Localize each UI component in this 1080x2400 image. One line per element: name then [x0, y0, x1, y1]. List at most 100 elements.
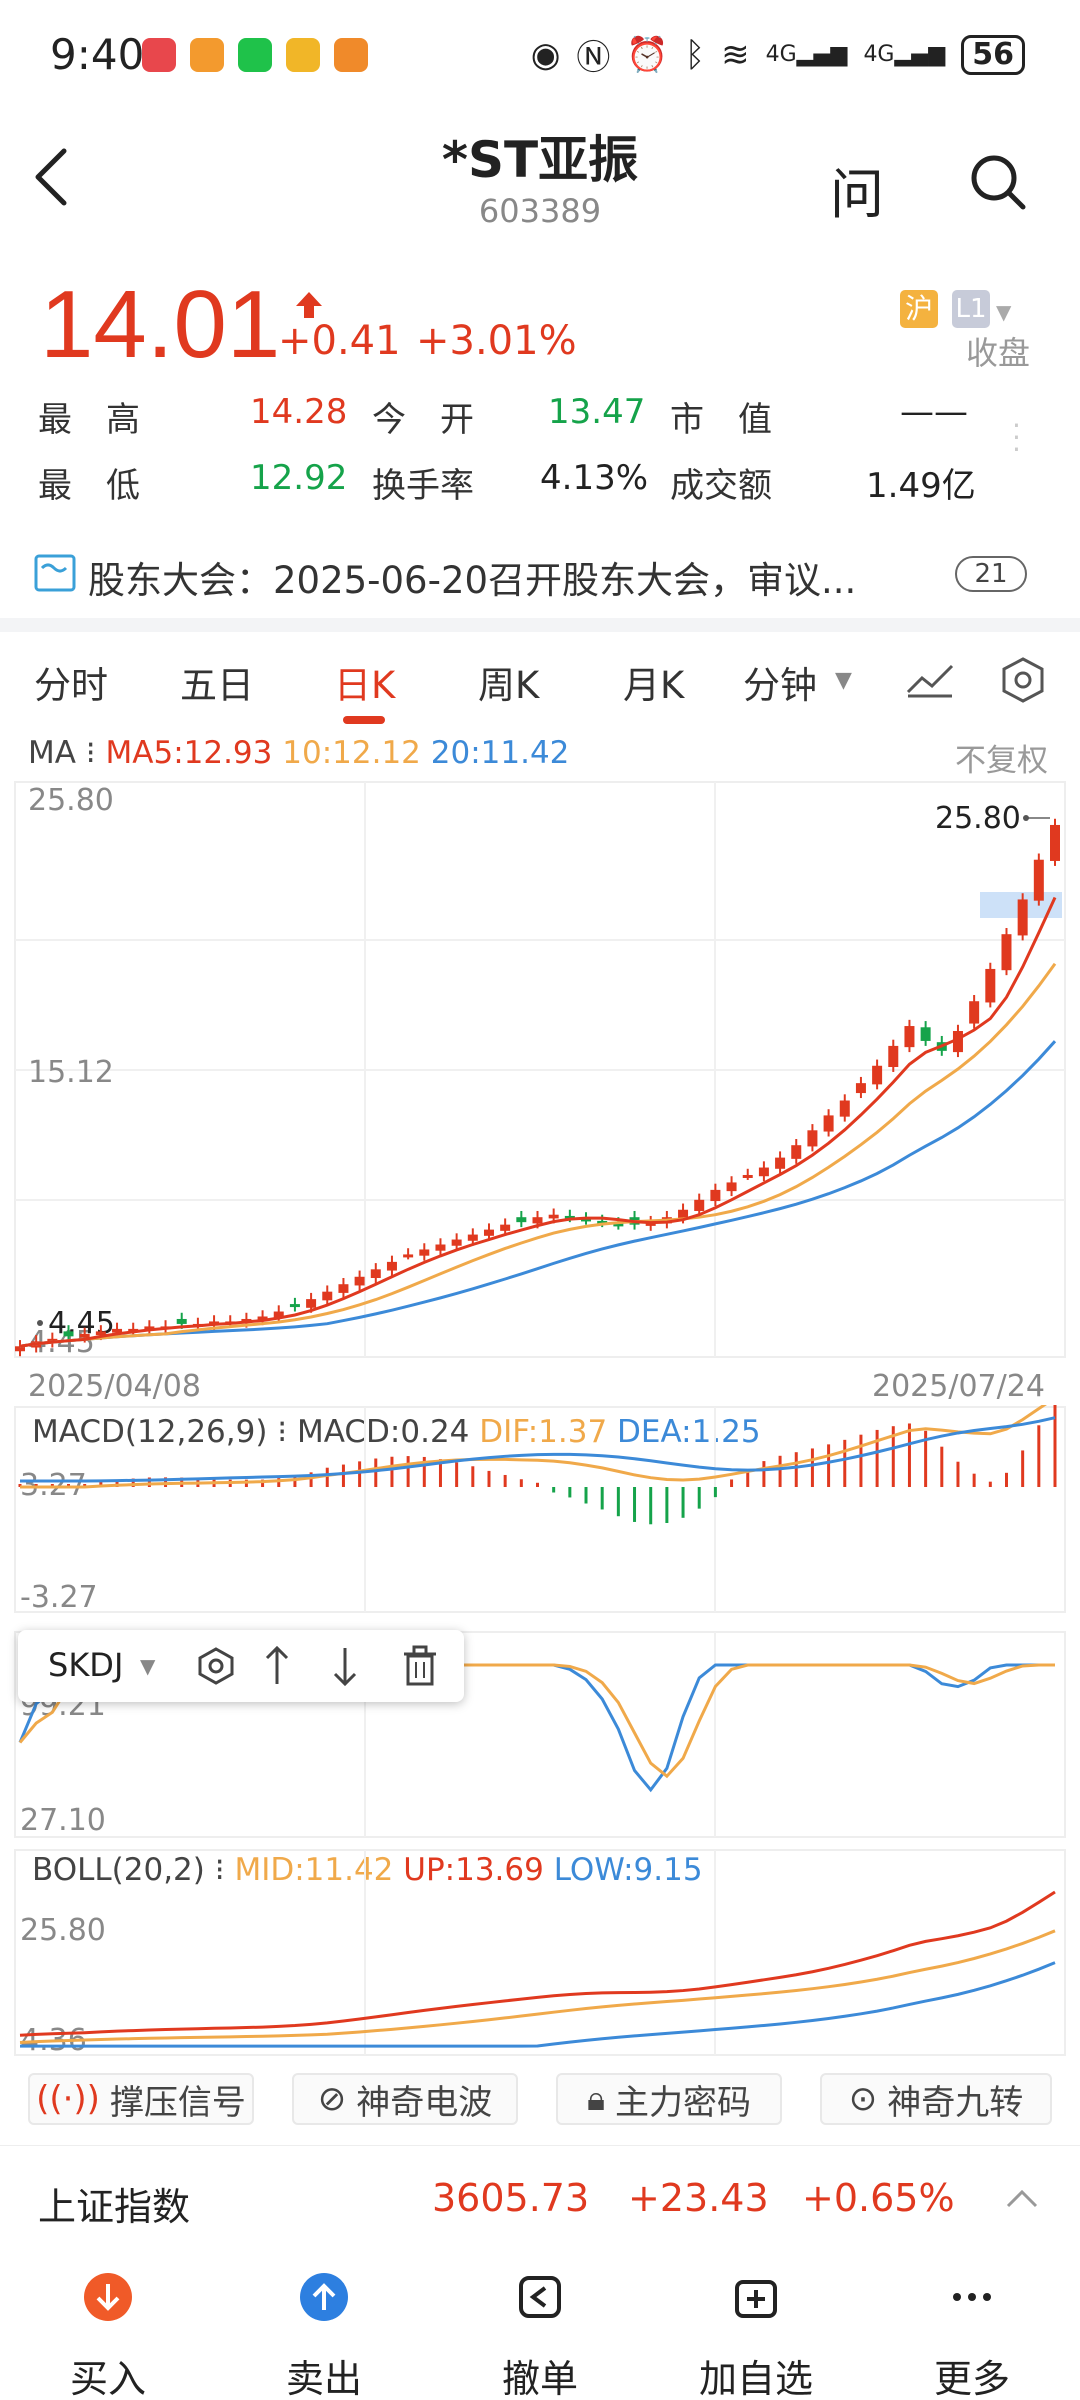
level-dropdown-icon[interactable]: ▼ [996, 300, 1011, 324]
network-label-2: 4G [863, 42, 895, 67]
boll-chart[interactable]: 25.80 4.36 [0, 1848, 1080, 2058]
nav-cancel-order[interactable]: 撤单 [432, 2252, 648, 2400]
candle [176, 1318, 187, 1324]
ma20-value: 20:11.42 [430, 735, 570, 771]
adjust-toggle[interactable]: 不复权 [955, 735, 1048, 780]
minute-dropdown-icon[interactable]: ▼ [835, 668, 852, 693]
tab-wuri[interactable]: 五日 [180, 655, 254, 709]
nfc-icon: Ⓝ [576, 38, 611, 78]
tab-yuek[interactable]: 月K [623, 655, 684, 709]
sell-label: 卖出 [285, 2357, 362, 2400]
index-ticker-bar[interactable]: 上证指数 3605.73 +23.43 +0.65% [0, 2145, 1080, 2251]
candle [500, 1224, 511, 1231]
settings-hexagon-icon[interactable] [998, 655, 1048, 705]
index-name: 上证指数 [38, 2185, 191, 2229]
move-down-icon[interactable] [330, 1644, 360, 1688]
open-label: 今 开 [372, 400, 474, 440]
add-watchlist-label: 加自选 [698, 2357, 813, 2400]
exchange-badge: 沪 [900, 290, 938, 328]
indicator-settings-icon[interactable] [196, 1646, 236, 1686]
candlestick-chart[interactable]: 25.80 15.12 4.45 25.80 4.45 2025/04/08 2… [0, 780, 1080, 1400]
skdj-y-bottom: 27.10 [20, 1803, 106, 1838]
stock-code: 603389 [478, 192, 602, 230]
search-icon[interactable] [968, 152, 1028, 212]
drawing-tool-icon[interactable] [904, 660, 956, 700]
ask-button[interactable]: 问 [830, 150, 884, 229]
candle [726, 1182, 737, 1192]
system-icons: ◉ Ⓝ ⏰ ᛒ ≋ 4G▂▄▆ 4G▂▄▆ 56 [531, 30, 1025, 79]
candle [823, 1115, 834, 1132]
tab-zhouk[interactable]: 周K [478, 655, 539, 709]
candle [1050, 824, 1060, 861]
amount-label: 成交额 [670, 466, 772, 506]
y-axis-top-label: 25.80 [28, 783, 114, 818]
candle [1033, 859, 1044, 901]
skdj-select[interactable]: SKDJ [48, 1646, 123, 1684]
buy-label: 买入 [69, 2357, 146, 2400]
news-count-badge[interactable]: 21 [955, 556, 1027, 592]
ma10-line [19, 962, 1057, 1348]
nav-buy[interactable]: 买入 [0, 2252, 216, 2400]
candle [435, 1244, 446, 1251]
candle [791, 1145, 802, 1159]
tab-fenzhong[interactable]: 分钟 [743, 655, 817, 709]
candle [322, 1291, 333, 1301]
skdj-dropdown-icon[interactable]: ▼ [140, 1654, 155, 1678]
nav-sell[interactable]: 卖出 [216, 2252, 432, 2400]
candle [742, 1174, 753, 1178]
high-value: 14.28 [250, 392, 348, 432]
huawei-app-icon [142, 38, 176, 72]
level-badge[interactable]: L1 [952, 290, 990, 328]
boll-y-top: 25.80 [20, 1913, 106, 1948]
cancel-order-label: 撤单 [501, 2357, 578, 2400]
wifi-icon: ≋ [721, 34, 750, 75]
candle [451, 1239, 462, 1246]
nav-more[interactable]: 更多 [864, 2252, 1080, 2400]
signal-icon: 4G▂▄▆ [765, 42, 848, 67]
magic-wave-button[interactable]: ⊘ 神奇电波 [292, 2073, 518, 2125]
y-axis-mid-label: 15.12 [28, 1055, 114, 1090]
eye-icon: ◉ [530, 34, 561, 75]
section-divider [0, 618, 1080, 632]
delete-icon[interactable] [402, 1644, 438, 1688]
support-resistance-button[interactable]: ((·)) 撑压信号 [28, 2073, 254, 2125]
candle [758, 1167, 769, 1177]
candle [338, 1284, 349, 1293]
market-status: 收盘 [966, 334, 1031, 372]
macd-chart[interactable]: 3.27 -3.27 [0, 1405, 1080, 1615]
candle [370, 1269, 381, 1279]
candle [985, 968, 996, 1003]
candle [969, 1001, 980, 1024]
turnover-label: 换手率 [372, 466, 474, 506]
candle [354, 1276, 365, 1286]
more-dots-icon[interactable]: · · · [1012, 412, 1021, 464]
sell-icon [300, 2273, 348, 2321]
nav-add-watchlist[interactable]: 加自选 [648, 2252, 864, 2400]
active-tab-indicator [343, 716, 385, 724]
tab-fenshi[interactable]: 分时 [34, 655, 108, 709]
price-change: +0.41 [278, 318, 401, 364]
magic-wave-label: 神奇电波 [356, 2082, 493, 2123]
max-price-label: 25.80 [935, 801, 1021, 836]
main-force-code-label: 主力密码 [615, 2082, 752, 2123]
ma10-value: 10:12.12 [282, 735, 421, 771]
move-up-icon[interactable] [262, 1644, 292, 1688]
tab-rik[interactable]: 日K [334, 655, 395, 709]
magic-nine-button[interactable]: ⊙ 神奇九转 [820, 2073, 1052, 2125]
support-resistance-label: 撑压信号 [109, 2082, 246, 2123]
signal-icon-2: 4G▂▄▆ [863, 42, 946, 67]
candle [775, 1157, 786, 1169]
candle [532, 1217, 543, 1224]
open-value: 13.47 [548, 392, 646, 432]
high-label: 最 高 [38, 400, 140, 440]
news-ticker[interactable]: 股东大会：2025-06-20召开股东大会，审议... [88, 550, 856, 604]
chevron-up-icon[interactable] [1004, 2186, 1040, 2210]
buy-icon [84, 2273, 132, 2321]
candle [710, 1189, 721, 1202]
low-label: 最 低 [38, 466, 140, 506]
low-value: 12.92 [250, 458, 348, 498]
main-force-code-button[interactable]: 🔒︎ 主力密码 [556, 2073, 782, 2125]
more-icon [953, 2293, 991, 2301]
date-start-label: 2025/04/08 [28, 1369, 201, 1400]
alarm-icon: ⏰ [626, 34, 669, 75]
